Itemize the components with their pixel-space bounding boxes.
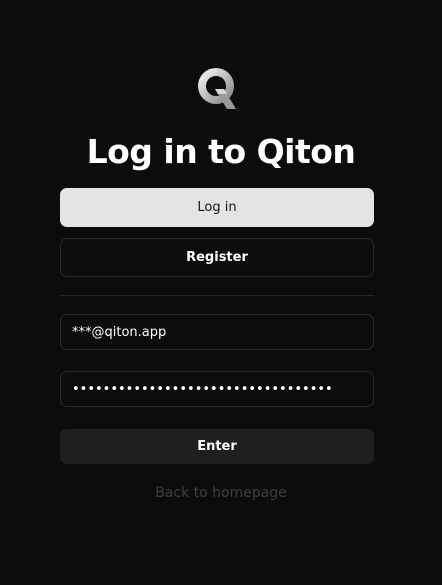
register-tab-button[interactable]: Register: [60, 238, 374, 277]
page-title: Log in to Qiton: [86, 132, 356, 171]
login-page: Log in to Qiton Log in Register Enter Ba…: [0, 0, 442, 585]
enter-button[interactable]: Enter: [60, 429, 374, 464]
password-field[interactable]: [60, 371, 374, 407]
email-field[interactable]: [60, 314, 374, 350]
login-tab-button[interactable]: Log in: [60, 188, 374, 227]
qiton-logo-icon: [198, 68, 236, 109]
back-to-homepage-link[interactable]: Back to homepage: [0, 483, 442, 503]
divider: [60, 295, 374, 296]
